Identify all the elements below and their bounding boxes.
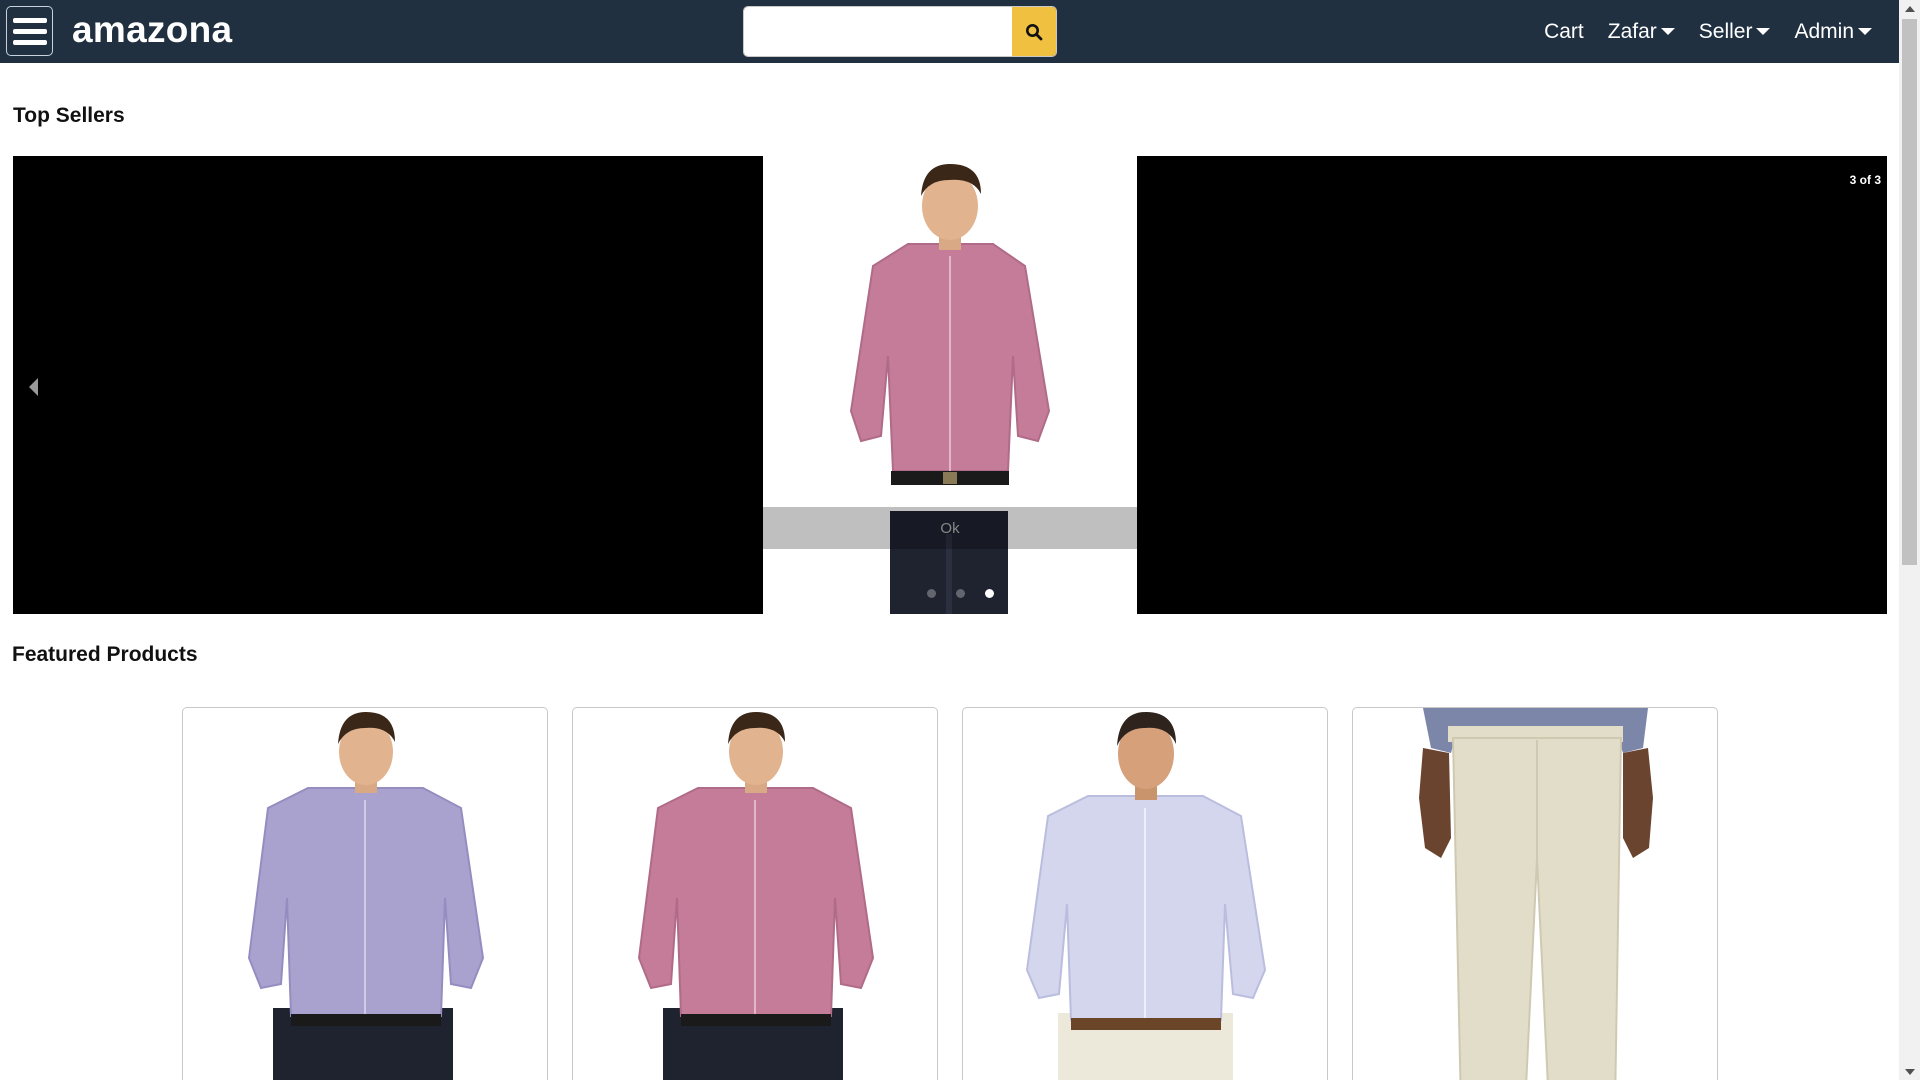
menu-icon-bar: [12, 17, 47, 23]
scroll-up-arrow[interactable]: [1899, 0, 1920, 17]
product-image[interactable]: [1353, 708, 1718, 1080]
product-image[interactable]: [183, 708, 548, 1080]
cart-link[interactable]: Cart: [1544, 20, 1584, 44]
arrow-left-icon: [28, 378, 38, 396]
hamburger-menu-button[interactable]: [6, 6, 53, 56]
top-sellers-heading: Top Sellers: [13, 104, 125, 127]
featured-products-heading: Featured Products: [12, 643, 198, 666]
search-button[interactable]: [1012, 7, 1056, 56]
product-card[interactable]: [962, 707, 1328, 1080]
product-image[interactable]: [573, 708, 938, 1080]
carousel-dot-active[interactable]: [984, 589, 994, 598]
carousel-status: 3 of 3: [1849, 173, 1881, 187]
product-card[interactable]: [1352, 707, 1718, 1080]
search-bar: [743, 6, 1057, 57]
page-scrollbar[interactable]: [1899, 0, 1920, 1080]
product-card[interactable]: [182, 707, 548, 1080]
slide-legend: Ok: [763, 507, 1137, 549]
arrow-down-icon: [1904, 1068, 1915, 1075]
carousel-dot[interactable]: [926, 589, 936, 598]
user-menu-dropdown[interactable]: Zafar: [1608, 20, 1675, 44]
site-header: amazona Cart Zafar Seller Admin: [0, 0, 1899, 63]
header-nav: Cart Zafar Seller Admin: [1544, 0, 1872, 63]
brand-logo-link[interactable]: amazona: [72, 9, 232, 51]
search-input[interactable]: [744, 7, 1012, 56]
search-icon: [1026, 23, 1043, 40]
carousel-slide[interactable]: Ok: [763, 156, 1137, 614]
menu-icon-bar: [12, 28, 47, 34]
seller-menu-dropdown[interactable]: Seller: [1699, 20, 1771, 44]
carousel-dots: [13, 589, 1887, 598]
carousel-dot[interactable]: [955, 589, 965, 598]
scrollbar-thumb[interactable]: [1902, 19, 1917, 565]
caret-down-icon: [1756, 28, 1771, 35]
caret-down-icon: [1660, 28, 1675, 35]
admin-menu-dropdown[interactable]: Admin: [1794, 20, 1872, 44]
menu-icon-bar: [12, 39, 47, 45]
arrow-up-icon: [1904, 5, 1915, 12]
carousel-prev-arrow[interactable]: [23, 375, 43, 399]
product-image[interactable]: [963, 708, 1328, 1080]
product-card[interactable]: [572, 707, 938, 1080]
top-sellers-carousel[interactable]: 3 of 3 Ok: [13, 156, 1887, 614]
caret-down-icon: [1858, 28, 1872, 35]
scroll-down-arrow[interactable]: [1899, 1063, 1920, 1080]
